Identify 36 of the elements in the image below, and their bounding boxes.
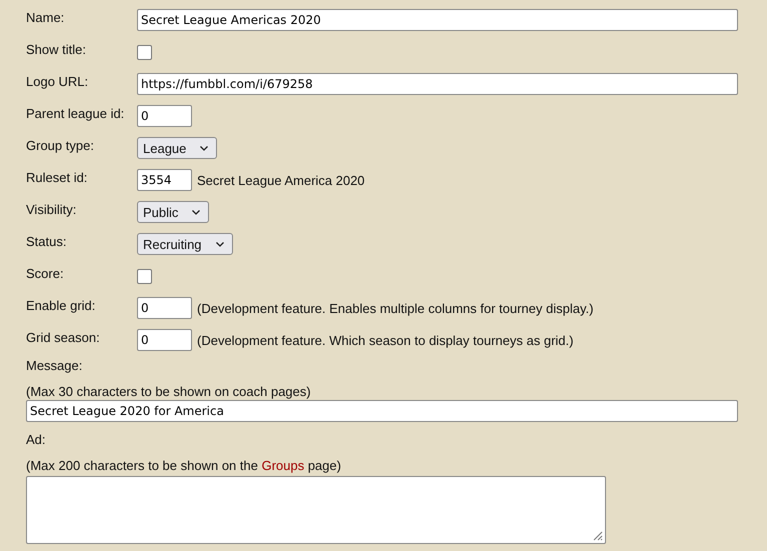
chevron-icon (192, 210, 200, 214)
dropdown[interactable]: Public (137, 201, 210, 223)
dropdown[interactable]: League (137, 137, 218, 159)
field-label: Show title: (26, 41, 87, 58)
text-field[interactable]: Secret League Americas 2020 (137, 9, 738, 31)
field-note: (Development feature. Which season to display tourneys as grid.) (197, 332, 574, 348)
field-label: Visibility: (26, 201, 78, 218)
field-label: Ad: (26, 432, 46, 447)
field-label: Group type: (26, 137, 95, 154)
field-label: Name: (26, 9, 66, 26)
chevron-icon (216, 242, 224, 246)
hint-text: (Max 30 characters to be shown on coach pages) (26, 384, 311, 399)
field-label: Parent league id: (26, 105, 126, 122)
resize-grip-icon (591, 529, 603, 541)
message-field[interactable]: Secret League 2020 for America (26, 400, 738, 422)
text-field[interactable]: https://fumbbl.com/i/679258 (137, 73, 738, 95)
field-label: Ruleset id: (26, 169, 88, 186)
field-label: Message: (26, 358, 82, 373)
field-note: Secret League America 2020 (197, 172, 365, 188)
ad-textarea[interactable] (26, 476, 606, 544)
field-label: Status: (26, 233, 68, 250)
field-label: Logo URL: (26, 73, 90, 90)
groups-link[interactable]: Groups (262, 458, 304, 473)
checkbox[interactable] (137, 268, 152, 284)
number-field[interactable]: 3554 (137, 169, 192, 191)
field-label: Grid season: (26, 329, 101, 346)
number-field[interactable]: 0 (137, 105, 192, 127)
chevron-icon (200, 146, 208, 150)
number-field[interactable]: 0 (137, 297, 192, 319)
number-field[interactable]: 0 (137, 329, 192, 351)
dropdown[interactable]: Recruiting (137, 233, 233, 255)
checkbox[interactable] (137, 44, 152, 60)
field-label: Enable grid: (26, 297, 96, 314)
field-label: Score: (26, 265, 65, 282)
field-note: (Development feature. Enables multiple columns for tourney display.) (197, 300, 594, 316)
hint-text: (Max 200 characters to be shown on the Groups page) (26, 458, 342, 473)
